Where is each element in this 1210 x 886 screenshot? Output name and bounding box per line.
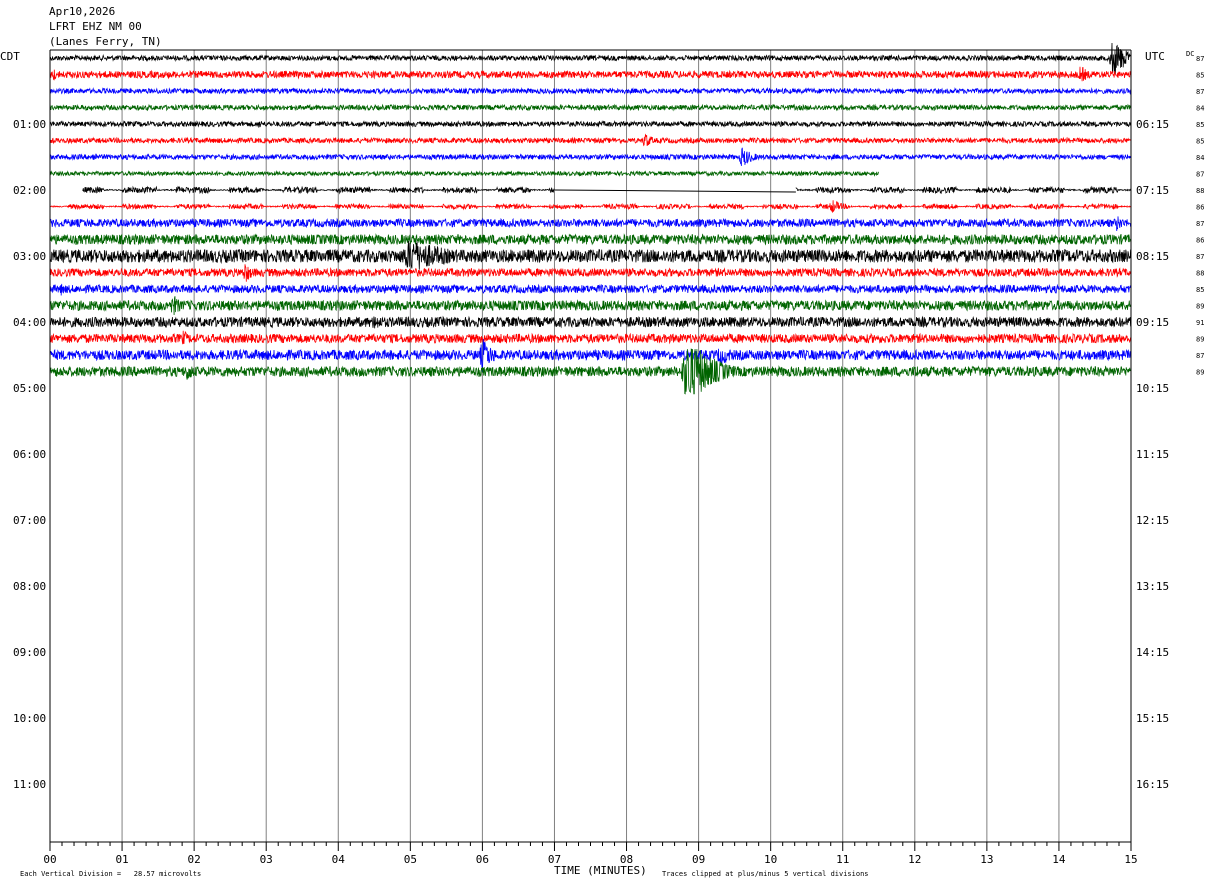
header-date: Apr10,2026 xyxy=(49,5,115,18)
dc-offset-label: 86 xyxy=(1196,204,1204,212)
left-timezone-label: CDT xyxy=(0,50,20,63)
dc-offset-label: 89 xyxy=(1196,303,1204,311)
dc-offset-label: 84 xyxy=(1196,105,1204,113)
header-station: LFRT EHZ NM 00 xyxy=(49,20,142,33)
local-hour-label: 10:00 xyxy=(13,712,46,725)
dc-offset-label: 87 xyxy=(1196,352,1204,360)
time-axis-title: TIME (MINUTES) xyxy=(554,864,647,877)
dc-offset-label: 87 xyxy=(1196,220,1204,228)
local-hour-label: 05:00 xyxy=(13,382,46,395)
x-tick-label: 13 xyxy=(980,853,993,866)
dc-offset-label: 85 xyxy=(1196,72,1204,80)
x-tick-label: 12 xyxy=(908,853,921,866)
x-tick-label: 05 xyxy=(404,853,417,866)
right-timezone-label: UTC xyxy=(1145,50,1165,63)
local-hour-label: 09:00 xyxy=(13,646,46,659)
utc-hour-label: 06:15 xyxy=(1136,118,1169,131)
local-hour-label: 07:00 xyxy=(13,514,46,527)
x-tick-label: 03 xyxy=(260,853,273,866)
utc-hour-label: 11:15 xyxy=(1136,448,1169,461)
local-hour-label: 03:00 xyxy=(13,250,46,263)
x-tick-label: 11 xyxy=(836,853,849,866)
dc-offset-label: 86 xyxy=(1196,237,1204,245)
utc-hour-label: 13:15 xyxy=(1136,580,1169,593)
dc-offset-label: 85 xyxy=(1196,286,1204,294)
utc-hour-label: 07:15 xyxy=(1136,184,1169,197)
utc-hour-label: 16:15 xyxy=(1136,778,1169,791)
x-tick-label: 09 xyxy=(692,853,705,866)
x-tick-label: 02 xyxy=(188,853,201,866)
utc-hour-label: 15:15 xyxy=(1136,712,1169,725)
utc-hour-label: 10:15 xyxy=(1136,382,1169,395)
x-tick-label: 00 xyxy=(43,853,56,866)
clipping-note: Traces clipped at plus/minus 5 vertical … xyxy=(662,870,869,878)
dc-offset-label: 84 xyxy=(1196,154,1204,162)
chart-background xyxy=(0,0,1210,886)
dc-column-label: DC xyxy=(1186,50,1194,58)
local-hour-label: 04:00 xyxy=(13,316,46,329)
x-tick-label: 01 xyxy=(115,853,128,866)
local-hour-label: 11:00 xyxy=(13,778,46,791)
dc-offset-label: 87 xyxy=(1196,55,1204,63)
x-tick-label: 10 xyxy=(764,853,777,866)
vertical-scale-note: Each Vertical Division = 28.57 microvolt… xyxy=(20,870,201,878)
x-tick-label: 04 xyxy=(332,853,346,866)
utc-hour-label: 12:15 xyxy=(1136,514,1169,527)
dc-offset-label: 89 xyxy=(1196,336,1204,344)
utc-hour-label: 14:15 xyxy=(1136,646,1169,659)
dc-offset-label: 88 xyxy=(1196,270,1204,278)
utc-hour-label: 08:15 xyxy=(1136,250,1169,263)
dc-offset-label: 85 xyxy=(1196,121,1204,129)
x-tick-label: 15 xyxy=(1124,853,1137,866)
header-location: (Lanes Ferry, TN) xyxy=(49,35,162,48)
dc-offset-label: 89 xyxy=(1196,369,1204,377)
x-tick-label: 14 xyxy=(1052,853,1066,866)
local-hour-label: 06:00 xyxy=(13,448,46,461)
local-hour-label: 08:00 xyxy=(13,580,46,593)
utc-hour-label: 09:15 xyxy=(1136,316,1169,329)
dc-offset-label: 91 xyxy=(1196,319,1204,327)
local-hour-label: 02:00 xyxy=(13,184,46,197)
dc-offset-label: 87 xyxy=(1196,253,1204,261)
local-hour-label: 01:00 xyxy=(13,118,46,131)
dc-offset-label: 88 xyxy=(1196,187,1204,195)
dc-offset-label: 85 xyxy=(1196,138,1204,146)
dc-offset-label: 87 xyxy=(1196,171,1204,179)
helicorder-chart: Apr10,2026 LFRT EHZ NM 00 (Lanes Ferry, … xyxy=(0,0,1210,886)
dc-offset-label: 87 xyxy=(1196,88,1204,96)
x-tick-label: 06 xyxy=(476,853,489,866)
